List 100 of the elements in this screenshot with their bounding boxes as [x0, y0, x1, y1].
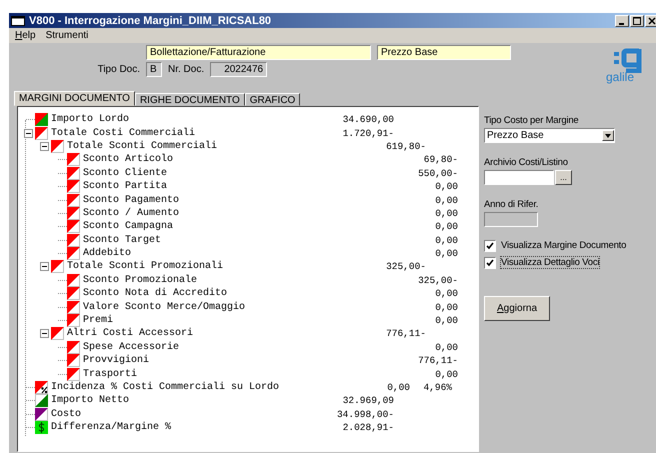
amount: 776,11-	[417, 355, 458, 366]
dropdown-arrow-icon	[605, 134, 611, 138]
amount: 0,00	[434, 221, 458, 232]
document-category-field: Bollettazione/Fatturazione	[146, 45, 371, 60]
triangle-icon	[67, 274, 80, 287]
checkbox-label[interactable]: Visualizza Margine Documento	[500, 239, 628, 252]
triangle-icon	[67, 287, 80, 300]
split-square-icon	[35, 113, 48, 126]
tree-item-label[interactable]: Sconto Articolo	[83, 154, 174, 166]
amount: 34.690,00	[342, 114, 394, 126]
browse-button[interactable]: ...	[555, 170, 572, 185]
minimize-button[interactable]	[615, 14, 629, 26]
tab[interactable]: GRAFICO	[244, 93, 300, 106]
amount: 0,00	[386, 382, 410, 393]
triangle-icon	[67, 314, 80, 328]
amount: 69,80-	[422, 154, 458, 166]
amount: 0,00	[434, 181, 458, 192]
amount: 0,00	[434, 302, 458, 313]
tree-item-label[interactable]: Valore Sconto Merce/Omaggio	[83, 302, 246, 313]
close-button[interactable]	[645, 14, 656, 26]
amount: 0,00	[434, 248, 458, 260]
triangle-icon	[67, 180, 80, 194]
field-label: Nr. Doc.	[168, 64, 204, 75]
amount: 550,00-	[417, 168, 458, 179]
tab[interactable]: RIGHE DOCUMENTO	[134, 93, 245, 106]
tree-item-label[interactable]: Incidenza % Costi Commerciali su Lordo	[51, 382, 280, 393]
triangle-icon	[51, 140, 64, 153]
tree-item-label[interactable]: Addebito	[83, 248, 132, 260]
collapse-icon[interactable]	[40, 262, 48, 272]
menu-item[interactable]: Help	[15, 30, 36, 41]
logo-text: galile	[606, 70, 634, 84]
percentage: 4,96%	[422, 382, 452, 393]
amount: 0,00	[434, 368, 458, 380]
field-label: Anno di Rifer.	[484, 199, 540, 210]
tree-item-label[interactable]: Sconto Target	[83, 234, 162, 246]
amount: 2.028,91-	[342, 422, 394, 434]
checkbox[interactable]	[484, 240, 496, 252]
tree-item-label[interactable]: Totale Sconti Commerciali	[67, 140, 218, 152]
triangle-icon	[35, 408, 48, 421]
tree-item-label[interactable]: Provvigioni	[83, 355, 150, 366]
tree-item-label[interactable]: Altri Costi Accessori	[67, 328, 194, 340]
maximize-button[interactable]	[630, 14, 644, 26]
amount: 34.998,00-	[336, 408, 394, 420]
triangle-icon	[67, 220, 80, 234]
triangle-icon	[51, 327, 64, 340]
percent-icon	[35, 381, 48, 394]
tree-item-label[interactable]: Importo Netto	[51, 395, 130, 406]
triangle-icon	[67, 194, 80, 207]
amount: 619,80-	[385, 140, 426, 152]
triangle-icon	[67, 206, 80, 220]
amount: 325,00-	[417, 274, 458, 286]
tree-item-label[interactable]: Premi	[83, 315, 114, 326]
tree-item-label[interactable]: Sconto Campagna	[83, 221, 174, 232]
triangle-icon	[67, 247, 80, 260]
tree-item-label[interactable]: Spese Accessorie	[83, 342, 180, 353]
triangle-icon	[67, 368, 80, 381]
refresh-button[interactable]: Aggiorna	[484, 296, 550, 321]
amount: 0,00	[434, 315, 458, 326]
amount: 0,00	[434, 288, 458, 300]
triangle-icon	[35, 394, 48, 408]
tree-item-label[interactable]: Sconto Nota di Accredito	[83, 288, 228, 300]
price-type-field: Prezzo Base	[377, 45, 511, 60]
document-type-field: B	[146, 62, 162, 77]
amount: 325,00-	[385, 261, 426, 272]
triangle-icon	[51, 260, 64, 274]
triangle-icon	[67, 153, 80, 166]
collapse-icon[interactable]	[40, 142, 48, 151]
tab[interactable]: MARGINI DOCUMENTO	[14, 91, 135, 106]
year-input-field[interactable]	[484, 212, 538, 227]
amount: 0,00	[434, 234, 458, 246]
tree-item-label[interactable]: Sconto Pagamento	[83, 194, 180, 206]
amount: 0,00	[434, 208, 458, 219]
amount: 776,11-	[385, 328, 426, 340]
triangle-icon	[35, 126, 48, 140]
field-label: Tipo Doc.	[96, 64, 140, 75]
tree-item-label[interactable]: Sconto Cliente	[83, 168, 168, 179]
tree-item-label[interactable]: Sconto Promozionale	[83, 274, 198, 286]
tree-item-label[interactable]: Totale Costi Commerciali	[51, 128, 196, 139]
document-number-field: 2022476	[210, 62, 268, 77]
triangle-icon	[67, 354, 80, 368]
amount: 0,00	[434, 342, 458, 353]
menu-item[interactable]: Strumenti	[46, 30, 88, 41]
tree-item-label[interactable]: Costo	[51, 408, 82, 420]
tree-item-label[interactable]: Sconto Partita	[83, 181, 168, 192]
window-title: V800 - Interrogazione Margini_DIIM_RICSAL80	[29, 14, 272, 26]
tree-item-label[interactable]: Differenza/Margine %	[51, 422, 172, 434]
tree-item-label[interactable]: Sconto / Aumento	[83, 208, 180, 219]
collapse-icon[interactable]	[24, 128, 32, 138]
cost-type-dropdown[interactable]: Prezzo Base	[484, 128, 615, 143]
tree-item-label[interactable]: Totale Sconti Promozionali	[67, 261, 224, 272]
amount: 1.720,91-	[342, 128, 394, 139]
archive-input-field[interactable]	[484, 170, 554, 185]
tree-item-label[interactable]: Trasporti	[83, 368, 138, 380]
triangle-icon	[67, 166, 80, 180]
tree-item-label[interactable]: Importo Lordo	[51, 114, 130, 126]
field-label: Archivio Costi/Listino	[484, 157, 569, 168]
checkbox-label[interactable]: Visualizza Dettaglio Voci	[500, 256, 600, 269]
checkbox[interactable]	[484, 256, 496, 268]
collapse-icon[interactable]	[40, 329, 48, 338]
dollar-icon	[35, 421, 48, 434]
